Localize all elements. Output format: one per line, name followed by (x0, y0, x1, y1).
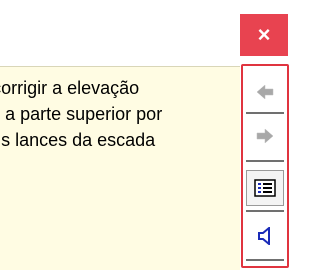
forward-button[interactable] (246, 118, 284, 154)
content-text: Se você quiser corrigir a elevação ao an… (0, 75, 240, 153)
arrow-left-icon (256, 84, 274, 100)
toolbar-divider (246, 112, 284, 114)
table-of-contents-button[interactable] (246, 170, 284, 206)
content-panel: Se você quiser corrigir a elevação ao an… (0, 66, 240, 270)
side-toolbar (241, 64, 289, 268)
audio-button[interactable] (246, 218, 284, 254)
close-button[interactable]: × (240, 14, 288, 56)
toolbar-divider (246, 259, 284, 261)
content-line-1: Se você quiser corrigir a elevação (0, 78, 140, 98)
toolbar-divider (246, 160, 284, 162)
content-line-3: trás e pule alguns lances da escada (0, 130, 156, 150)
toolbar-divider (246, 210, 284, 212)
arrow-right-icon (256, 128, 274, 144)
speaker-icon (258, 227, 270, 245)
close-icon: × (257, 22, 271, 47)
list-icon (254, 179, 276, 197)
back-button[interactable] (246, 74, 284, 110)
content-line-2: ao andar, agarre a parte superior por (0, 104, 163, 124)
